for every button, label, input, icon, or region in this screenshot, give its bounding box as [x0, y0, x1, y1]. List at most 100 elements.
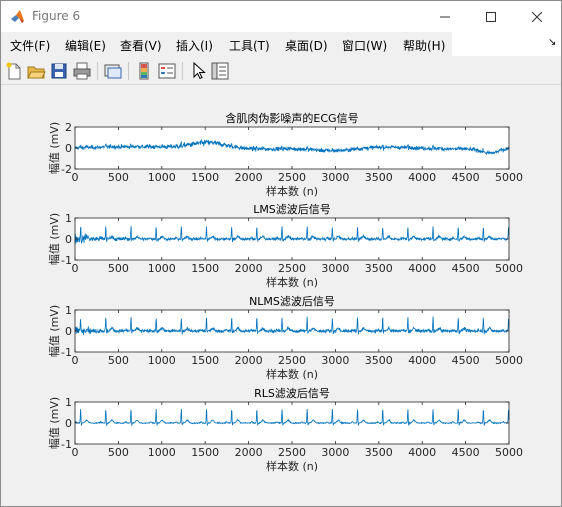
- minimize-button[interactable]: [422, 1, 468, 32]
- figure-window: Figure 6 文件(F) 编辑(E) 查看(V) 插入(I) 工具(T) 桌…: [0, 0, 562, 507]
- x-tick-label: 2500: [278, 262, 306, 275]
- x-tick-label: 4500: [452, 262, 480, 275]
- toolbar-separator: [97, 62, 98, 80]
- menu-window[interactable]: 窗口(W): [342, 37, 387, 54]
- y-tick-label: 0: [65, 325, 72, 338]
- subplot-title: NLMS滤波后信号: [249, 295, 335, 308]
- x-tick-label: 1000: [148, 446, 176, 459]
- link-plot-icon[interactable]: [103, 61, 123, 81]
- x-tick-label: 3500: [365, 354, 393, 367]
- x-axis-label: 样本数 (n): [266, 275, 318, 289]
- menu-desktop[interactable]: 桌面(D): [285, 37, 328, 54]
- x-tick-label: 0: [72, 354, 79, 367]
- title-bar[interactable]: Figure 6: [1, 1, 561, 32]
- x-tick-label: 5000: [495, 446, 523, 459]
- x-tick-label: 5000: [495, 354, 523, 367]
- save-icon[interactable]: [49, 61, 69, 81]
- maximize-icon: [486, 11, 496, 22]
- x-tick-label: 4500: [452, 446, 480, 459]
- menu-tools[interactable]: 工具(T): [229, 37, 270, 54]
- y-axis-label: 幅值 (mV): [48, 305, 61, 357]
- x-tick-label: 500: [108, 446, 129, 459]
- x-tick-label: 1000: [148, 354, 176, 367]
- print-icon[interactable]: [72, 61, 92, 81]
- subplot-1: 0 500 1000 1500 2000 2500 3000 3500 4000 4500 5000…: [48, 111, 523, 198]
- x-tick-label: 3000: [321, 354, 349, 367]
- y-tick-label: -1: [61, 254, 72, 267]
- x-axis-label: 样本数 (n): [266, 184, 318, 198]
- new-figure-icon[interactable]: [4, 61, 24, 81]
- minimize-icon: [440, 16, 450, 17]
- figure-toolbar: [1, 58, 561, 85]
- y-tick-label: 1: [65, 396, 72, 409]
- y-tick-label: -1: [61, 346, 72, 359]
- close-button[interactable]: [514, 1, 560, 32]
- x-tick-label: 1000: [148, 171, 176, 184]
- y-tick-label: -2: [61, 163, 72, 176]
- menu-insert[interactable]: 插入(I): [176, 37, 213, 54]
- x-tick-label: 4000: [408, 354, 436, 367]
- x-tick-label: 1500: [191, 171, 219, 184]
- x-tick-label: 2500: [278, 171, 306, 184]
- x-tick-label: 2000: [235, 171, 263, 184]
- undock-arrow-icon[interactable]: ↘: [548, 37, 556, 48]
- x-tick-label: 2000: [235, 262, 263, 275]
- x-tick-label: 3500: [365, 171, 393, 184]
- x-tick-label: 500: [108, 354, 129, 367]
- maximize-button[interactable]: [468, 1, 514, 32]
- y-tick-label: 0: [65, 417, 72, 430]
- x-tick-label: 3500: [365, 446, 393, 459]
- pointer-icon[interactable]: [188, 61, 208, 81]
- insert-colorbar-icon[interactable]: [134, 61, 154, 81]
- menu-bar: 文件(F) 编辑(E) 查看(V) 插入(I) 工具(T) 桌面(D) 窗口(W…: [1, 32, 561, 56]
- x-tick-label: 1500: [191, 354, 219, 367]
- y-tick-label: 2: [65, 121, 72, 134]
- y-tick-label: -1: [61, 438, 72, 451]
- x-axis-label: 样本数 (n): [266, 367, 318, 381]
- matlab-logo-icon: [11, 10, 24, 23]
- x-tick-label: 3500: [365, 262, 393, 275]
- y-tick-label: 1: [65, 304, 72, 317]
- x-tick-label: 1500: [191, 262, 219, 275]
- x-tick-label: 5000: [495, 171, 523, 184]
- x-tick-label: 1500: [191, 446, 219, 459]
- x-tick-label: 0: [72, 171, 79, 184]
- subplot-title: RLS滤波后信号: [254, 387, 330, 400]
- insert-legend-icon[interactable]: [157, 61, 177, 81]
- toolbar-separator: [182, 62, 183, 80]
- subplot-title: LMS滤波后信号: [253, 203, 331, 216]
- y-axis-label: 幅值 (mV): [48, 213, 61, 265]
- x-tick-label: 2500: [278, 354, 306, 367]
- x-tick-label: 5000: [495, 262, 523, 275]
- subplot-title: 含肌肉伪影噪声的ECG信号: [225, 111, 358, 125]
- x-tick-label: 4000: [408, 262, 436, 275]
- x-tick-label: 0: [72, 262, 79, 275]
- toolbar-separator: [128, 62, 129, 80]
- menu-file[interactable]: 文件(F): [10, 37, 50, 54]
- x-tick-label: 4000: [408, 446, 436, 459]
- x-tick-label: 500: [108, 171, 129, 184]
- subplot-4: 0 500 1000 1500 2000 2500 3000 3500 4000 4500 5000…: [48, 387, 523, 473]
- subplot-3: 0 500 1000 1500 2000 2500 3000 3500 4000 4500 5000…: [48, 295, 523, 381]
- x-tick-label: 2500: [278, 446, 306, 459]
- x-tick-label: 2000: [235, 354, 263, 367]
- x-tick-label: 3000: [321, 262, 349, 275]
- x-axis-label: 样本数 (n): [266, 459, 318, 473]
- x-tick-label: 4500: [452, 354, 480, 367]
- y-axis-label: 幅值 (mV): [48, 397, 61, 449]
- x-tick-label: 4000: [408, 171, 436, 184]
- x-tick-label: 0: [72, 446, 79, 459]
- x-tick-label: 4500: [452, 171, 480, 184]
- y-axis-label: 幅值 (mV): [48, 122, 61, 174]
- menu-view[interactable]: 查看(V): [120, 37, 162, 54]
- menu-help[interactable]: 帮助(H): [403, 37, 445, 54]
- y-tick-label: 0: [65, 142, 72, 155]
- menu-edit[interactable]: 编辑(E): [65, 37, 106, 54]
- property-inspector-icon[interactable]: [210, 61, 230, 81]
- open-file-icon[interactable]: [26, 61, 46, 81]
- x-tick-label: 500: [108, 262, 129, 275]
- figure-canvas: 0 500 1000 1500 2000 2500 3000 3500 4000 4500 5000…: [2, 86, 560, 506]
- y-tick-label: 0: [65, 233, 72, 246]
- y-tick-label: 1: [65, 212, 72, 225]
- close-icon: [532, 11, 542, 22]
